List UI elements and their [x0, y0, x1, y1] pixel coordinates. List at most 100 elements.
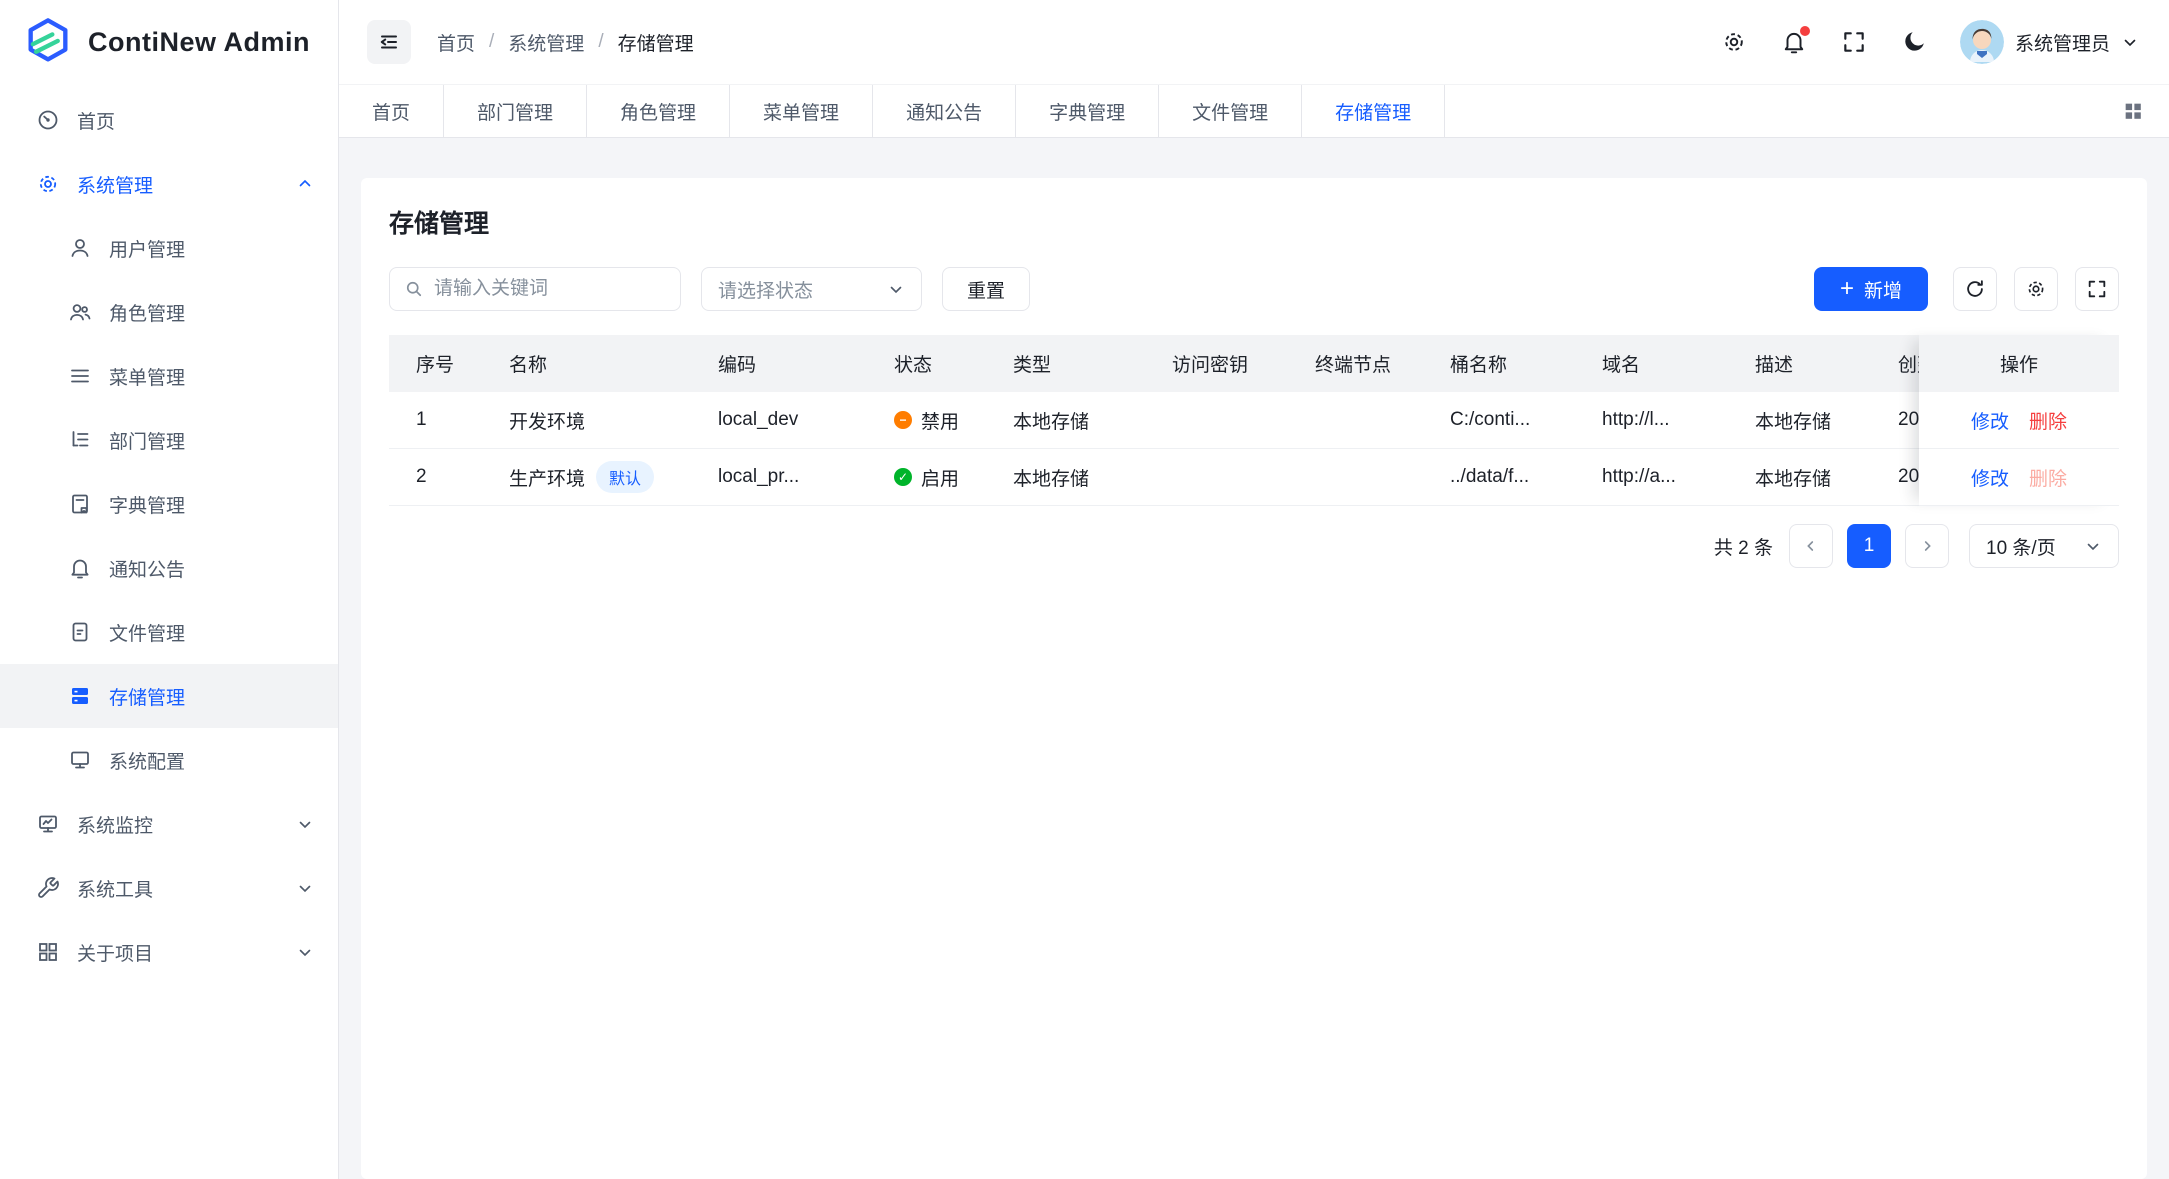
- settings-icon[interactable]: [1720, 28, 1748, 56]
- sidebar-item-storage-management[interactable]: 存储管理: [0, 664, 338, 728]
- column-settings-button[interactable]: [2014, 267, 2058, 311]
- col-header-created: 创建时间: [1898, 350, 1919, 377]
- cell-name: 开发环境: [509, 407, 718, 434]
- cell-code: local_pr...: [718, 466, 894, 488]
- chevron-down-icon: [2121, 33, 2139, 51]
- table-actions-column: 操作 修改 删除 修改 删除: [1919, 335, 2119, 506]
- tab-department[interactable]: 部门管理: [444, 85, 587, 137]
- breadcrumb-system[interactable]: 系统管理: [508, 29, 584, 56]
- tab-bar: 首页 部门管理 角色管理 菜单管理 通知公告 字典管理 文件管理 存储管理: [339, 84, 2169, 138]
- sidebar-item-department-management[interactable]: 部门管理: [0, 408, 338, 472]
- chevron-up-icon: [296, 175, 314, 193]
- chevron-down-icon: [296, 815, 314, 833]
- dark-mode-moon-icon[interactable]: [1900, 28, 1928, 56]
- notification-bell-icon[interactable]: [1780, 28, 1808, 56]
- content-area: 存储管理 请选择状态 重置: [339, 138, 2169, 1179]
- breadcrumb: 首页 / 系统管理 / 存储管理: [437, 29, 694, 56]
- sidebar-item-role-management[interactable]: 角色管理: [0, 280, 338, 344]
- tab-role[interactable]: 角色管理: [587, 85, 730, 137]
- status-disabled-icon: [894, 411, 912, 429]
- user-icon: [68, 236, 92, 260]
- prev-page-button[interactable]: [1789, 524, 1833, 568]
- cell-domain: http://a...: [1602, 466, 1755, 488]
- tab-storage[interactable]: 存储管理: [1302, 85, 1445, 137]
- table-fullscreen-button[interactable]: [2075, 267, 2119, 311]
- sidebar-item-system-config[interactable]: 系统配置: [0, 728, 338, 792]
- cell-description: 本地存储: [1755, 464, 1898, 491]
- col-header-access-key: 访问密钥: [1172, 350, 1315, 377]
- add-button[interactable]: + 新增: [1814, 267, 1928, 311]
- sidebar-item-dict-management[interactable]: 字典管理: [0, 472, 338, 536]
- delete-link[interactable]: 删除: [2029, 407, 2067, 434]
- table-row: 1 开发环境 local_dev 禁用 本地存储: [389, 392, 1919, 449]
- storage-table: 序号 名称 编码 状态 类型 访问密钥 终端节点 桶名称 域名 描述 创建时间: [389, 335, 2119, 506]
- tab-file[interactable]: 文件管理: [1159, 85, 1302, 137]
- next-page-button[interactable]: [1905, 524, 1949, 568]
- keyword-search-field[interactable]: [389, 267, 681, 311]
- tab-dict[interactable]: 字典管理: [1016, 85, 1159, 137]
- tab-actions-grid-icon[interactable]: [2097, 85, 2169, 137]
- chevron-down-icon: [887, 280, 905, 298]
- pagination: 共 2 条 1 10 条/页: [389, 524, 2119, 568]
- plus-icon: +: [1840, 277, 1854, 301]
- user-menu[interactable]: 系统管理员: [1960, 20, 2139, 64]
- sidebar-item-label: 角色管理: [109, 299, 314, 326]
- status-enabled-icon: [894, 468, 912, 486]
- fullscreen-icon[interactable]: [1840, 28, 1868, 56]
- tab-menu[interactable]: 菜单管理: [730, 85, 873, 137]
- default-badge: 默认: [596, 461, 654, 493]
- col-header-bucket: 桶名称: [1450, 350, 1602, 377]
- sidebar-item-label: 系统工具: [77, 875, 279, 902]
- table-header-row: 序号 名称 编码 状态 类型 访问密钥 终端节点 桶名称 域名 描述 创建时间: [389, 335, 1919, 392]
- edit-link[interactable]: 修改: [1971, 464, 2009, 491]
- notification-badge: [1800, 26, 1810, 36]
- tree-list-icon: [68, 428, 92, 452]
- cell-no: 2: [389, 466, 509, 488]
- sidebar-collapse-button[interactable]: [367, 20, 411, 64]
- status-label: 禁用: [921, 407, 959, 434]
- cell-description: 本地存储: [1755, 407, 1898, 434]
- page-number-current[interactable]: 1: [1847, 524, 1891, 568]
- status-select[interactable]: 请选择状态: [701, 267, 922, 311]
- sidebar-item-file-management[interactable]: 文件管理: [0, 600, 338, 664]
- edit-link[interactable]: 修改: [1971, 407, 2009, 434]
- cell-bucket: ../data/f...: [1450, 466, 1602, 488]
- filter-toolbar: 请选择状态 重置 + 新增: [389, 267, 2119, 311]
- status-label: 启用: [921, 464, 959, 491]
- sidebar-item-home[interactable]: 首页: [0, 88, 338, 152]
- tab-notice[interactable]: 通知公告: [873, 85, 1016, 137]
- page-size-select[interactable]: 10 条/页: [1969, 524, 2119, 568]
- sidebar-item-about-project[interactable]: 关于项目: [0, 920, 338, 984]
- breadcrumb-separator: /: [598, 31, 603, 53]
- dictionary-icon: [68, 492, 92, 516]
- keyword-search-input[interactable]: [434, 278, 666, 300]
- reset-button[interactable]: 重置: [942, 267, 1030, 311]
- users-icon: [68, 300, 92, 324]
- refresh-button[interactable]: [1953, 267, 1997, 311]
- cell-domain: http://l...: [1602, 409, 1755, 431]
- table-scroll-area[interactable]: 序号 名称 编码 状态 类型 访问密钥 终端节点 桶名称 域名 描述 创建时间: [389, 335, 1919, 506]
- chevron-right-icon: [1919, 538, 1935, 554]
- status-select-placeholder: 请选择状态: [718, 276, 813, 303]
- sidebar-item-system-tools[interactable]: 系统工具: [0, 856, 338, 920]
- sidebar-item-system-management[interactable]: 系统管理: [0, 152, 338, 216]
- sidebar-item-label: 系统配置: [109, 747, 314, 774]
- sidebar-item-system-monitor[interactable]: 系统监控: [0, 792, 338, 856]
- gear-icon: [36, 172, 60, 196]
- table-toolbar: + 新增: [1814, 267, 2119, 311]
- breadcrumb-home[interactable]: 首页: [437, 29, 475, 56]
- row-actions: 修改 删除: [1919, 449, 2119, 506]
- sidebar-item-menu-management[interactable]: 菜单管理: [0, 344, 338, 408]
- sidebar-item-user-management[interactable]: 用户管理: [0, 216, 338, 280]
- cell-name: 生产环境 默认: [509, 461, 718, 493]
- col-header-endpoint: 终端节点: [1315, 350, 1450, 377]
- tab-home[interactable]: 首页: [339, 85, 444, 137]
- menu-lines-icon: [68, 364, 92, 388]
- gear-icon: [2025, 278, 2047, 300]
- sidebar-item-label: 关于项目: [77, 939, 279, 966]
- file-icon: [68, 620, 92, 644]
- refresh-icon: [1964, 278, 1986, 300]
- sidebar-item-notice[interactable]: 通知公告: [0, 536, 338, 600]
- tabstrip-filler: [1445, 85, 2097, 137]
- chevron-left-icon: [1803, 538, 1819, 554]
